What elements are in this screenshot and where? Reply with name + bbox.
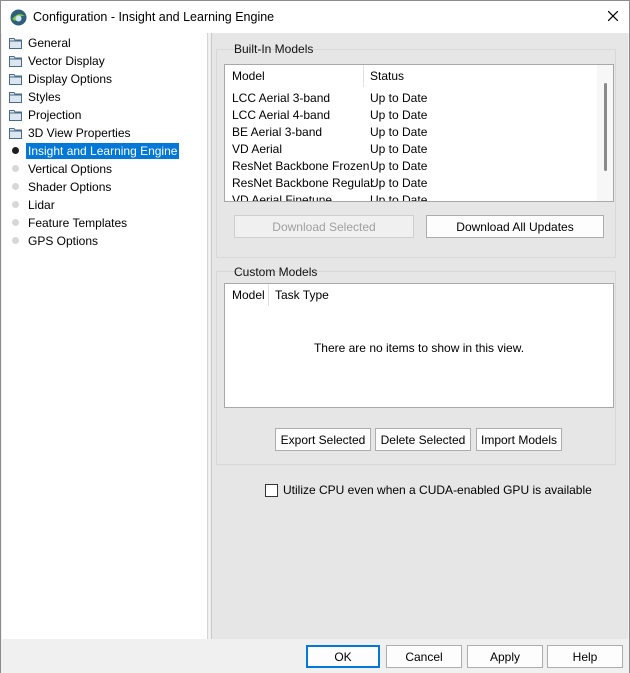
- settings-nav-tree: General Vector Display Display Options S…: [2, 33, 208, 639]
- nav-item-shader-options[interactable]: Shader Options: [2, 178, 208, 196]
- table-row[interactable]: ResNet Backbone Regular Up to Date: [225, 175, 613, 192]
- table-row[interactable]: VD Aerial Up to Date: [225, 141, 613, 158]
- model-name-cell: ResNet Backbone Frozen: [232, 159, 370, 173]
- table-row[interactable]: LCC Aerial 4-band Up to Date: [225, 107, 613, 124]
- table-row[interactable]: VD Aerial Finetune Up to Date: [225, 192, 613, 202]
- apply-button[interactable]: Apply: [467, 645, 543, 668]
- column-header-task-type[interactable]: Task Type: [275, 288, 329, 302]
- cancel-button[interactable]: Cancel: [386, 645, 462, 668]
- nav-item-insight-and-learning-engine[interactable]: Insight and Learning Engine: [2, 142, 208, 160]
- status-cell: Up to Date: [370, 159, 428, 173]
- nav-item-lidar[interactable]: Lidar: [2, 196, 208, 214]
- nav-item-label: Insight and Learning Engine: [26, 143, 180, 159]
- download-all-updates-button[interactable]: Download All Updates: [426, 215, 604, 238]
- column-header-model[interactable]: Model: [232, 288, 265, 302]
- nav-item-feature-templates[interactable]: Feature Templates: [2, 214, 208, 232]
- nav-item-display-options[interactable]: Display Options: [2, 70, 208, 88]
- folder-icon: [9, 37, 22, 49]
- bullet-icon: [12, 219, 19, 226]
- utilize-cpu-option[interactable]: Utilize CPU even when a CUDA-enabled GPU…: [265, 483, 592, 497]
- close-icon: [607, 10, 619, 24]
- empty-list-message: There are no items to show in this view.: [313, 341, 525, 355]
- nav-item-styles[interactable]: Styles: [2, 88, 208, 106]
- built-in-models-list[interactable]: Model Status LCC Aerial 3-band Up to Dat…: [224, 64, 614, 202]
- utilize-cpu-checkbox[interactable]: [265, 483, 278, 497]
- model-name-cell: ResNet Backbone Regular: [232, 176, 375, 190]
- custom-models-list[interactable]: Model Task Type There are no items to sh…: [224, 283, 614, 408]
- settings-panel: Built-In Models Model Status LCC Aerial …: [211, 33, 628, 639]
- nav-item-label: 3D View Properties: [28, 126, 131, 140]
- nav-item-vector-display[interactable]: Vector Display: [2, 52, 208, 70]
- dialog-footer: OK Cancel Apply Help: [1, 639, 629, 673]
- nav-item-label: Display Options: [28, 72, 113, 86]
- folder-icon: [9, 109, 22, 121]
- list-header: Model Status: [225, 65, 613, 87]
- nav-item-label: Feature Templates: [28, 216, 128, 230]
- nav-item-projection[interactable]: Projection: [2, 106, 208, 124]
- help-button[interactable]: Help: [547, 645, 623, 668]
- nav-item-label: Vector Display: [28, 54, 105, 68]
- nav-item-vertical-options[interactable]: Vertical Options: [2, 160, 208, 178]
- nav-item-label: Styles: [28, 90, 61, 104]
- column-separator[interactable]: [268, 284, 269, 306]
- bullet-icon: [12, 201, 19, 208]
- model-name-cell: LCC Aerial 4-band: [232, 108, 331, 122]
- nav-item-label: Lidar: [28, 198, 55, 212]
- delete-selected-button[interactable]: Delete Selected: [375, 428, 471, 451]
- nav-item-general[interactable]: General: [2, 34, 208, 52]
- nav-item-label: Vertical Options: [28, 162, 113, 176]
- column-header-model[interactable]: Model: [232, 69, 265, 83]
- window-title: Configuration - Insight and Learning Eng…: [33, 10, 275, 24]
- download-selected-button[interactable]: Download Selected: [234, 215, 414, 238]
- table-row[interactable]: ResNet Backbone Frozen Up to Date: [225, 158, 613, 175]
- status-cell: Up to Date: [370, 91, 428, 105]
- folder-icon: [9, 73, 22, 85]
- table-row[interactable]: BE Aerial 3-band Up to Date: [225, 124, 613, 141]
- folder-icon: [9, 55, 22, 67]
- status-cell: Up to Date: [370, 193, 428, 202]
- column-header-status[interactable]: Status: [370, 69, 404, 83]
- bullet-icon: [12, 147, 19, 154]
- bullet-icon: [12, 183, 19, 190]
- title-bar: Configuration - Insight and Learning Eng…: [1, 1, 629, 33]
- ok-button[interactable]: OK: [306, 645, 380, 668]
- nav-item-gps-options[interactable]: GPS Options: [2, 232, 208, 250]
- scrollbar-thumb[interactable]: [604, 83, 607, 171]
- nav-item-label: Shader Options: [28, 180, 112, 194]
- model-name-cell: VD Aerial: [232, 142, 283, 156]
- close-button[interactable]: [597, 1, 629, 33]
- status-cell: Up to Date: [370, 176, 428, 190]
- utilize-cpu-label[interactable]: Utilize CPU even when a CUDA-enabled GPU…: [283, 483, 592, 497]
- vertical-scrollbar[interactable]: [597, 65, 613, 201]
- configuration-dialog: Configuration - Insight and Learning Eng…: [0, 0, 630, 673]
- bullet-icon: [12, 237, 19, 244]
- model-name-cell: LCC Aerial 3-band: [232, 91, 331, 105]
- column-separator[interactable]: [363, 65, 364, 87]
- nav-item-label: Projection: [28, 108, 82, 122]
- app-logo-icon: [10, 9, 27, 26]
- folder-icon: [9, 91, 22, 103]
- bullet-icon: [12, 165, 19, 172]
- model-name-cell: VD Aerial Finetune: [232, 193, 333, 202]
- export-selected-button[interactable]: Export Selected: [275, 428, 371, 451]
- custom-models-label: Custom Models: [234, 265, 318, 279]
- nav-item-label: General: [28, 36, 71, 50]
- import-models-button[interactable]: Import Models: [476, 428, 562, 451]
- status-cell: Up to Date: [370, 125, 428, 139]
- nav-item-label: GPS Options: [28, 234, 99, 248]
- built-in-models-label: Built-In Models: [234, 42, 314, 56]
- nav-item-3d-view-properties[interactable]: 3D View Properties: [2, 124, 208, 142]
- status-cell: Up to Date: [370, 142, 428, 156]
- folder-icon: [9, 127, 22, 139]
- model-name-cell: BE Aerial 3-band: [232, 125, 323, 139]
- list-header: Model Task Type: [225, 284, 613, 306]
- table-row[interactable]: LCC Aerial 3-band Up to Date: [225, 90, 613, 107]
- status-cell: Up to Date: [370, 108, 428, 122]
